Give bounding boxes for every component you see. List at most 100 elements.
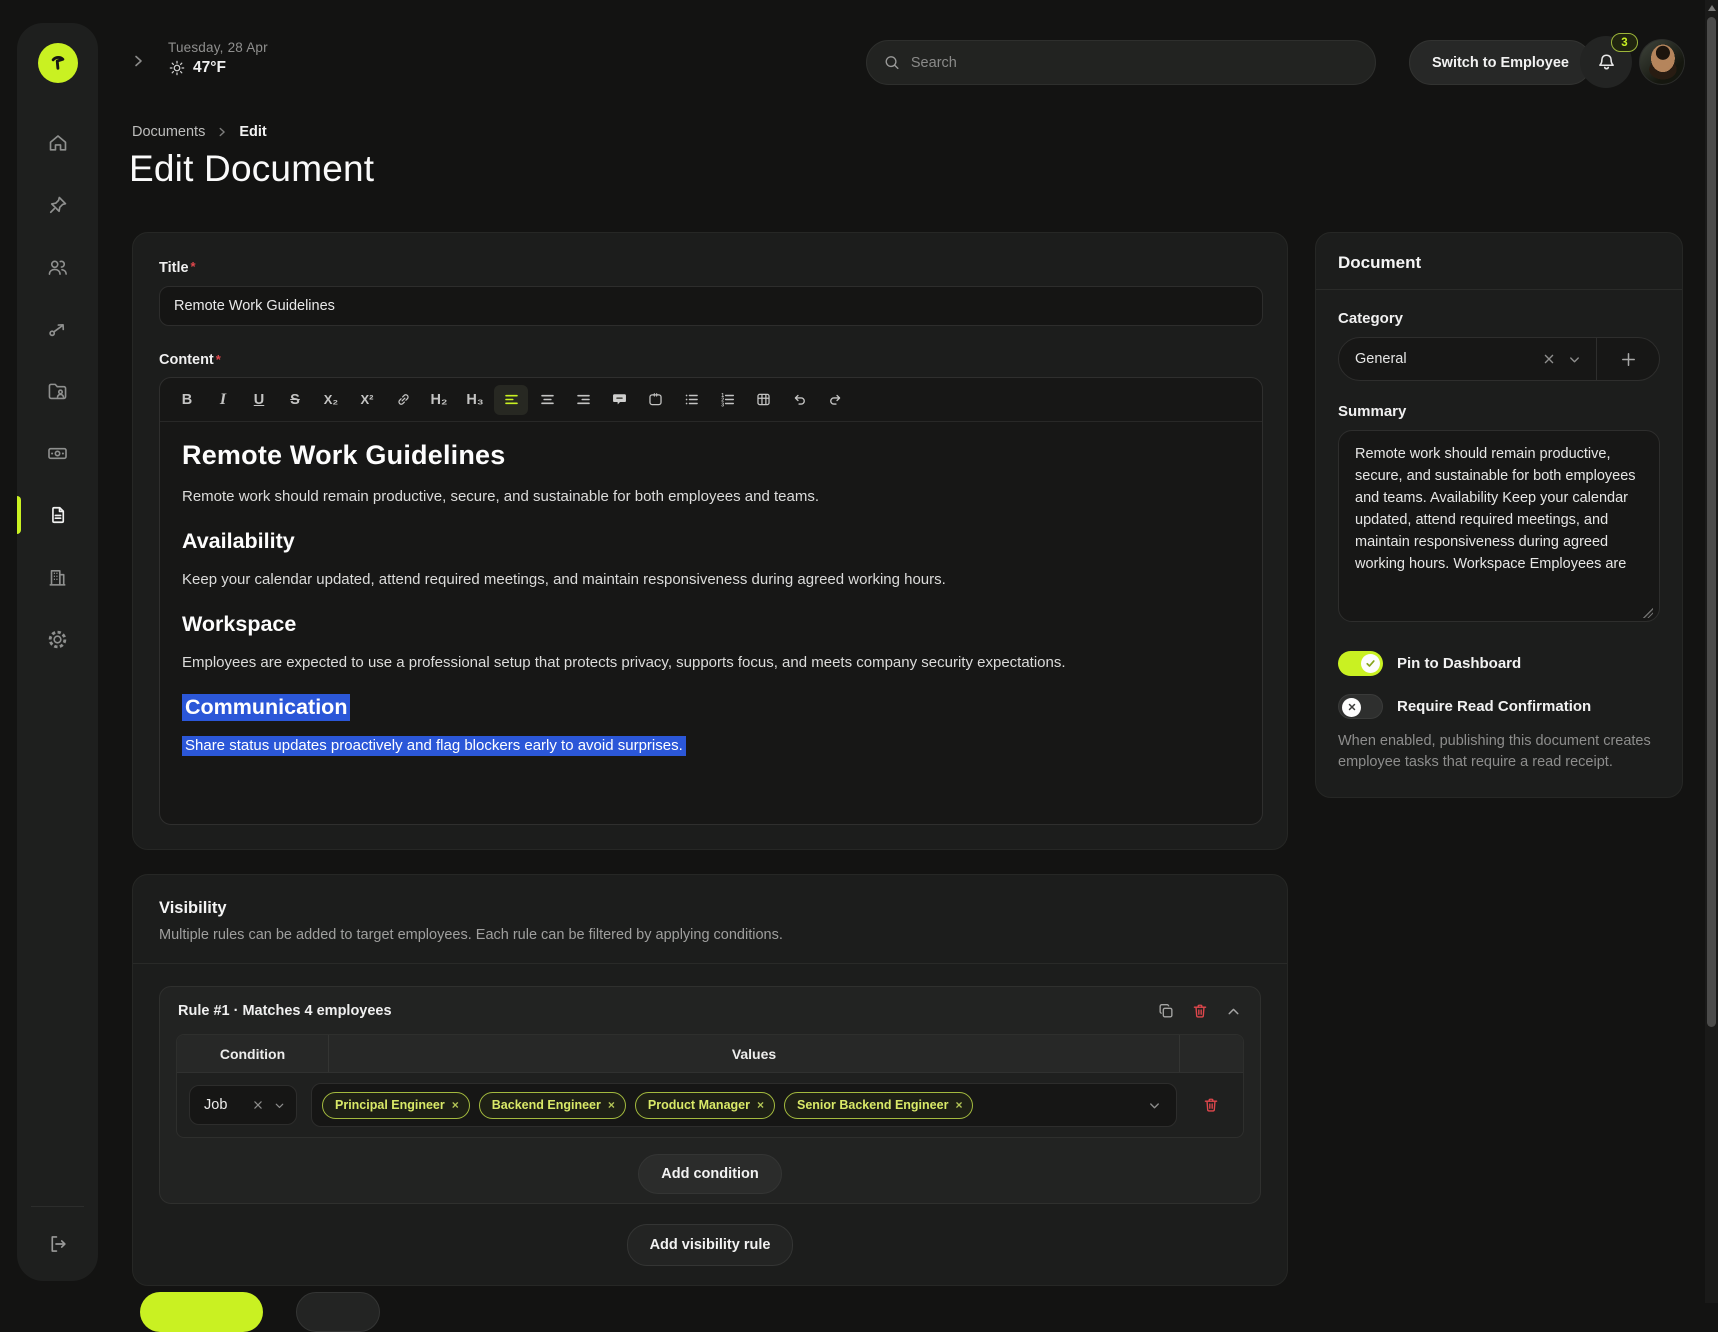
remove-chip-icon[interactable]: × (955, 1098, 962, 1112)
trend-icon (47, 318, 69, 340)
user-avatar[interactable] (1639, 39, 1685, 85)
resize-handle[interactable] (1643, 608, 1653, 618)
primary-action-button[interactable] (140, 1292, 263, 1332)
document-side-panel: Document Category General Summary Remote… (1315, 232, 1683, 798)
sidebar-divider (31, 1206, 84, 1207)
panel-divider (1316, 289, 1682, 290)
editor-paragraph: Remote work should remain productive, se… (182, 488, 1240, 505)
chevron-right-icon (128, 51, 148, 71)
duplicate-rule-button[interactable] (1157, 1002, 1175, 1020)
sidebar-item-employee-folder[interactable] (17, 379, 98, 403)
remove-chip-icon[interactable]: × (757, 1098, 764, 1112)
switch-to-employee-button[interactable]: Switch to Employee (1409, 40, 1592, 85)
comment-icon (611, 391, 628, 408)
align-left-button[interactable] (494, 385, 528, 415)
heading2-button[interactable]: H₂ (422, 385, 456, 415)
redo-button[interactable] (818, 385, 852, 415)
conditions-table: Condition Values Job Principal Engineer (176, 1034, 1244, 1138)
heading3-button[interactable]: H₃ (458, 385, 492, 415)
remove-chip-icon[interactable]: × (452, 1098, 459, 1112)
add-category-button[interactable] (1597, 338, 1659, 380)
check-icon (1365, 658, 1376, 669)
sidebar-item-progress[interactable] (17, 317, 98, 341)
table-button[interactable] (746, 385, 780, 415)
collapse-rule-button[interactable] (1225, 1003, 1242, 1020)
chevron-down-icon[interactable] (1567, 352, 1582, 367)
link-button[interactable] (386, 385, 420, 415)
underline-button[interactable]: U (242, 385, 276, 415)
logout-icon (47, 1233, 69, 1255)
title-label: Title* (159, 260, 196, 276)
add-condition-button[interactable]: Add condition (638, 1154, 781, 1194)
summary-textarea[interactable]: Remote work should remain productive, se… (1338, 430, 1660, 622)
sidebar-item-pinned[interactable] (17, 193, 98, 217)
breadcrumb-edit: Edit (239, 124, 266, 140)
sidebar-item-team[interactable] (17, 255, 98, 279)
chip-label: Backend Engineer (492, 1098, 601, 1112)
read-confirmation-row: Require Read Confirmation (1338, 694, 1660, 719)
breadcrumb-documents[interactable]: Documents (132, 124, 205, 140)
italic-button[interactable]: I (206, 385, 240, 415)
sidebar-item-home[interactable] (17, 131, 98, 155)
read-confirmation-toggle[interactable] (1338, 694, 1383, 719)
remove-chip-icon[interactable]: × (608, 1098, 615, 1112)
undo-button[interactable] (782, 385, 816, 415)
delete-rule-button[interactable] (1191, 1002, 1209, 1020)
page-scrollbar[interactable] (1705, 0, 1718, 1303)
money-icon (46, 442, 69, 465)
undo-icon (791, 391, 808, 408)
bullet-list-icon (683, 391, 700, 408)
scroll-up-arrow[interactable] (1708, 5, 1716, 11)
pin-to-dashboard-row: Pin to Dashboard (1338, 651, 1660, 676)
align-right-icon (575, 391, 592, 408)
superscript-button[interactable]: X² (350, 385, 384, 415)
content-label: Content* (159, 352, 1261, 368)
chip-label: Product Manager (648, 1098, 750, 1112)
read-confirmation-label: Require Read Confirmation (1397, 698, 1591, 715)
code-block-icon (647, 391, 664, 408)
logout-button[interactable] (17, 1233, 98, 1255)
condition-select[interactable]: Job (189, 1085, 297, 1125)
value-chip: Principal Engineer × (322, 1092, 470, 1119)
notification-badge: 3 (1611, 33, 1638, 52)
sidebar-item-settings[interactable] (17, 627, 98, 651)
values-multiselect[interactable]: Principal Engineer × Backend Engineer × … (311, 1083, 1177, 1127)
ordered-list-button[interactable]: 1 2 3 (710, 385, 744, 415)
svg-text:3: 3 (721, 402, 724, 408)
clear-icon[interactable] (1541, 351, 1557, 367)
sidebar-item-documents[interactable] (17, 503, 98, 527)
app-logo[interactable] (38, 43, 78, 83)
pin-to-dashboard-toggle[interactable] (1338, 651, 1383, 676)
sidebar-item-company[interactable] (17, 565, 98, 589)
page-title: Edit Document (129, 148, 374, 190)
values-column-header: Values (329, 1035, 1179, 1072)
align-right-button[interactable] (566, 385, 600, 415)
category-select[interactable]: General (1339, 338, 1596, 380)
category-value: General (1355, 351, 1531, 367)
visibility-description: Multiple rules can be added to target em… (159, 927, 1261, 943)
bullet-list-button[interactable] (674, 385, 708, 415)
editor-content[interactable]: Remote Work Guidelines Remote work shoul… (160, 422, 1262, 772)
sidebar-expand-button[interactable] (128, 51, 148, 71)
subscript-button[interactable]: X₂ (314, 385, 348, 415)
title-input[interactable] (159, 286, 1263, 326)
delete-condition-button[interactable] (1202, 1096, 1220, 1114)
secondary-action-button[interactable] (296, 1292, 380, 1332)
align-center-button[interactable] (530, 385, 564, 415)
clear-icon[interactable] (251, 1098, 265, 1112)
link-icon (395, 391, 412, 408)
add-visibility-rule-button[interactable]: Add visibility rule (627, 1224, 794, 1266)
chevron-down-icon (1147, 1098, 1162, 1113)
code-block-button[interactable] (638, 385, 672, 415)
visibility-rule-card: Rule #1 · Matches 4 employees (159, 986, 1261, 1204)
bold-button[interactable]: B (170, 385, 204, 415)
strikethrough-button[interactable]: S (278, 385, 312, 415)
sidebar-item-payroll[interactable] (17, 441, 98, 465)
search-bar[interactable] (866, 40, 1376, 85)
visibility-title: Visibility (159, 899, 1261, 918)
editor-heading2: Workspace (182, 612, 1240, 637)
document-icon (47, 504, 69, 526)
search-input[interactable] (911, 55, 1359, 71)
scroll-thumb[interactable] (1707, 17, 1716, 1027)
comment-button[interactable] (602, 385, 636, 415)
